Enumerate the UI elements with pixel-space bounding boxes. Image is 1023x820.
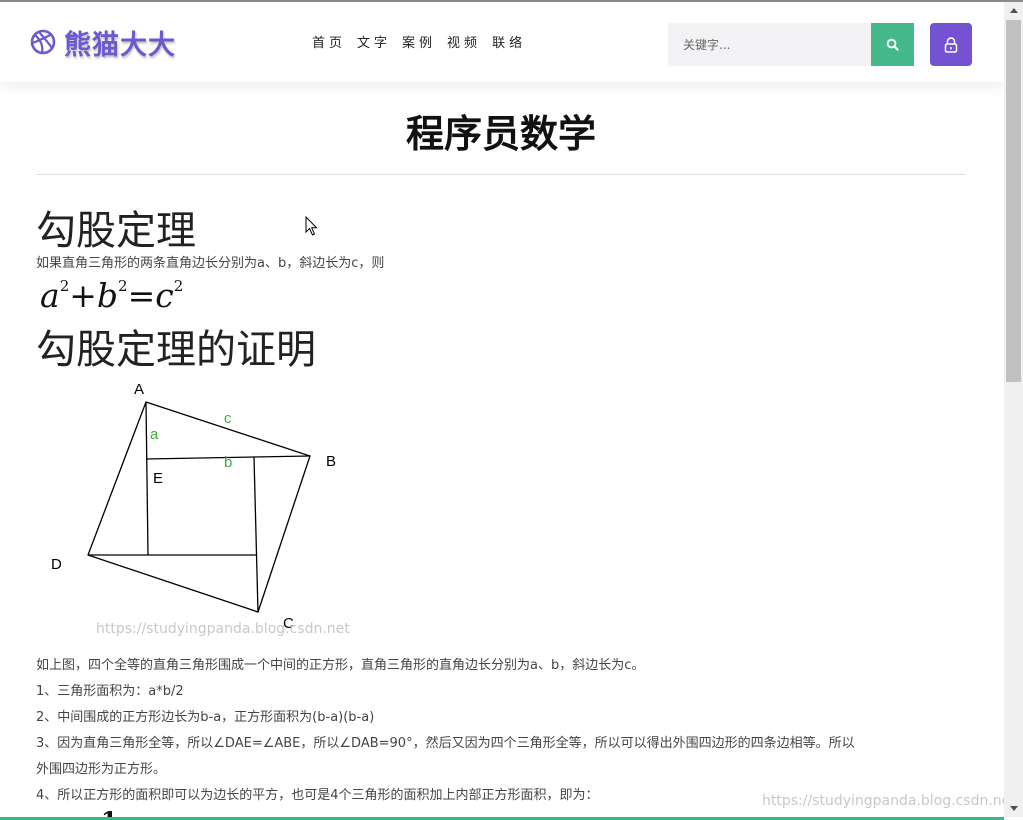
mouse-cursor-icon — [305, 216, 318, 236]
proof-figure: A B C D E a b c — [51, 381, 336, 632]
paragraph-figure-desc: 如上图，四个全等的直角三角形围成一个中间的正方形，直角三角形的直角边长分别为a、… — [36, 658, 645, 673]
nav-item-text[interactable]: 文字 — [357, 32, 391, 51]
vertical-scrollbar[interactable] — [1004, 2, 1023, 817]
paragraph-step-3-cont: 外围四边形为正方形。 — [36, 762, 167, 777]
paragraph-step-1: 1、三角形面积为：a*b/2 — [36, 684, 184, 699]
heading-pythagorean-theorem: 勾股定理 — [36, 208, 196, 254]
logo-text: 熊猫大大 — [64, 29, 176, 61]
label-B: B — [326, 453, 336, 470]
scroll-up-button[interactable] — [1004, 2, 1023, 19]
user-lock-icon — [944, 36, 958, 53]
arrow-up-icon — [1009, 8, 1018, 13]
nav-item-cases[interactable]: 案例 — [402, 32, 436, 51]
paragraph-step-2: 2、中间围成的正方形边长为b-a，正方形面积为(b-a)(b-a) — [36, 710, 375, 725]
intro-paragraph: 如果直角三角形的两条直角边长分别为a、b，斜边长为c，则 — [36, 256, 385, 271]
dribbble-ball-icon — [30, 29, 56, 55]
formula-exp: 2 — [173, 277, 184, 295]
label-E: E — [153, 470, 163, 487]
nav-item-contact[interactable]: 联络 — [492, 32, 526, 51]
pythagorean-formula: a2+b2=c2 — [40, 276, 183, 315]
heading-proof: 勾股定理的证明 — [36, 327, 316, 373]
search-icon — [886, 38, 899, 51]
arrow-down-icon — [1009, 806, 1018, 811]
scrollbar-thumb[interactable] — [1006, 20, 1021, 382]
nav-item-videos[interactable]: 视频 — [447, 32, 481, 51]
scroll-down-button[interactable] — [1004, 800, 1023, 817]
page-watermark: https://studyingpanda.blog.csdn.net — [762, 793, 1016, 809]
site-logo[interactable]: 熊猫大大 — [30, 24, 176, 61]
formula-exp: 2 — [118, 277, 128, 295]
figure-watermark: https://studyingpanda.blog.csdn.net — [96, 621, 350, 637]
search-input[interactable] — [668, 23, 872, 66]
site-header: 熊猫大大 首页 文字 案例 视频 联络 — [0, 2, 1004, 82]
label-side-b: b — [224, 454, 232, 471]
outer-square — [87, 401, 311, 613]
formula-a: a — [40, 276, 60, 315]
label-side-c: c — [224, 410, 232, 427]
search-button[interactable] — [871, 23, 914, 66]
segment-inner-right — [253, 456, 259, 613]
label-side-a: a — [150, 426, 159, 443]
formula-equals: = — [127, 276, 156, 315]
label-A: A — [134, 381, 144, 398]
formula-exp: 2 — [59, 277, 70, 295]
label-D: D — [51, 556, 62, 573]
nav-item-home[interactable]: 首页 — [312, 32, 346, 51]
main-nav: 首页 文字 案例 视频 联络 — [312, 32, 537, 51]
formula-c: c — [155, 276, 174, 315]
formula-b: b — [96, 276, 119, 315]
title-divider — [36, 174, 966, 175]
paragraph-step-3: 3、因为直角三角形全等，所以∠DAE=∠ABE，所以∠DAB=90°，然后又因为… — [36, 736, 855, 751]
article-title: 程序员数学 — [405, 112, 596, 156]
user-login-button[interactable] — [930, 23, 972, 66]
formula-plus: + — [69, 276, 97, 315]
paragraph-step-4: 4、所以正方形的面积即可以为边长的平方，也可是4个三角形的面积加上内部正方形面积… — [36, 788, 599, 803]
segment-AE — [145, 401, 149, 556]
